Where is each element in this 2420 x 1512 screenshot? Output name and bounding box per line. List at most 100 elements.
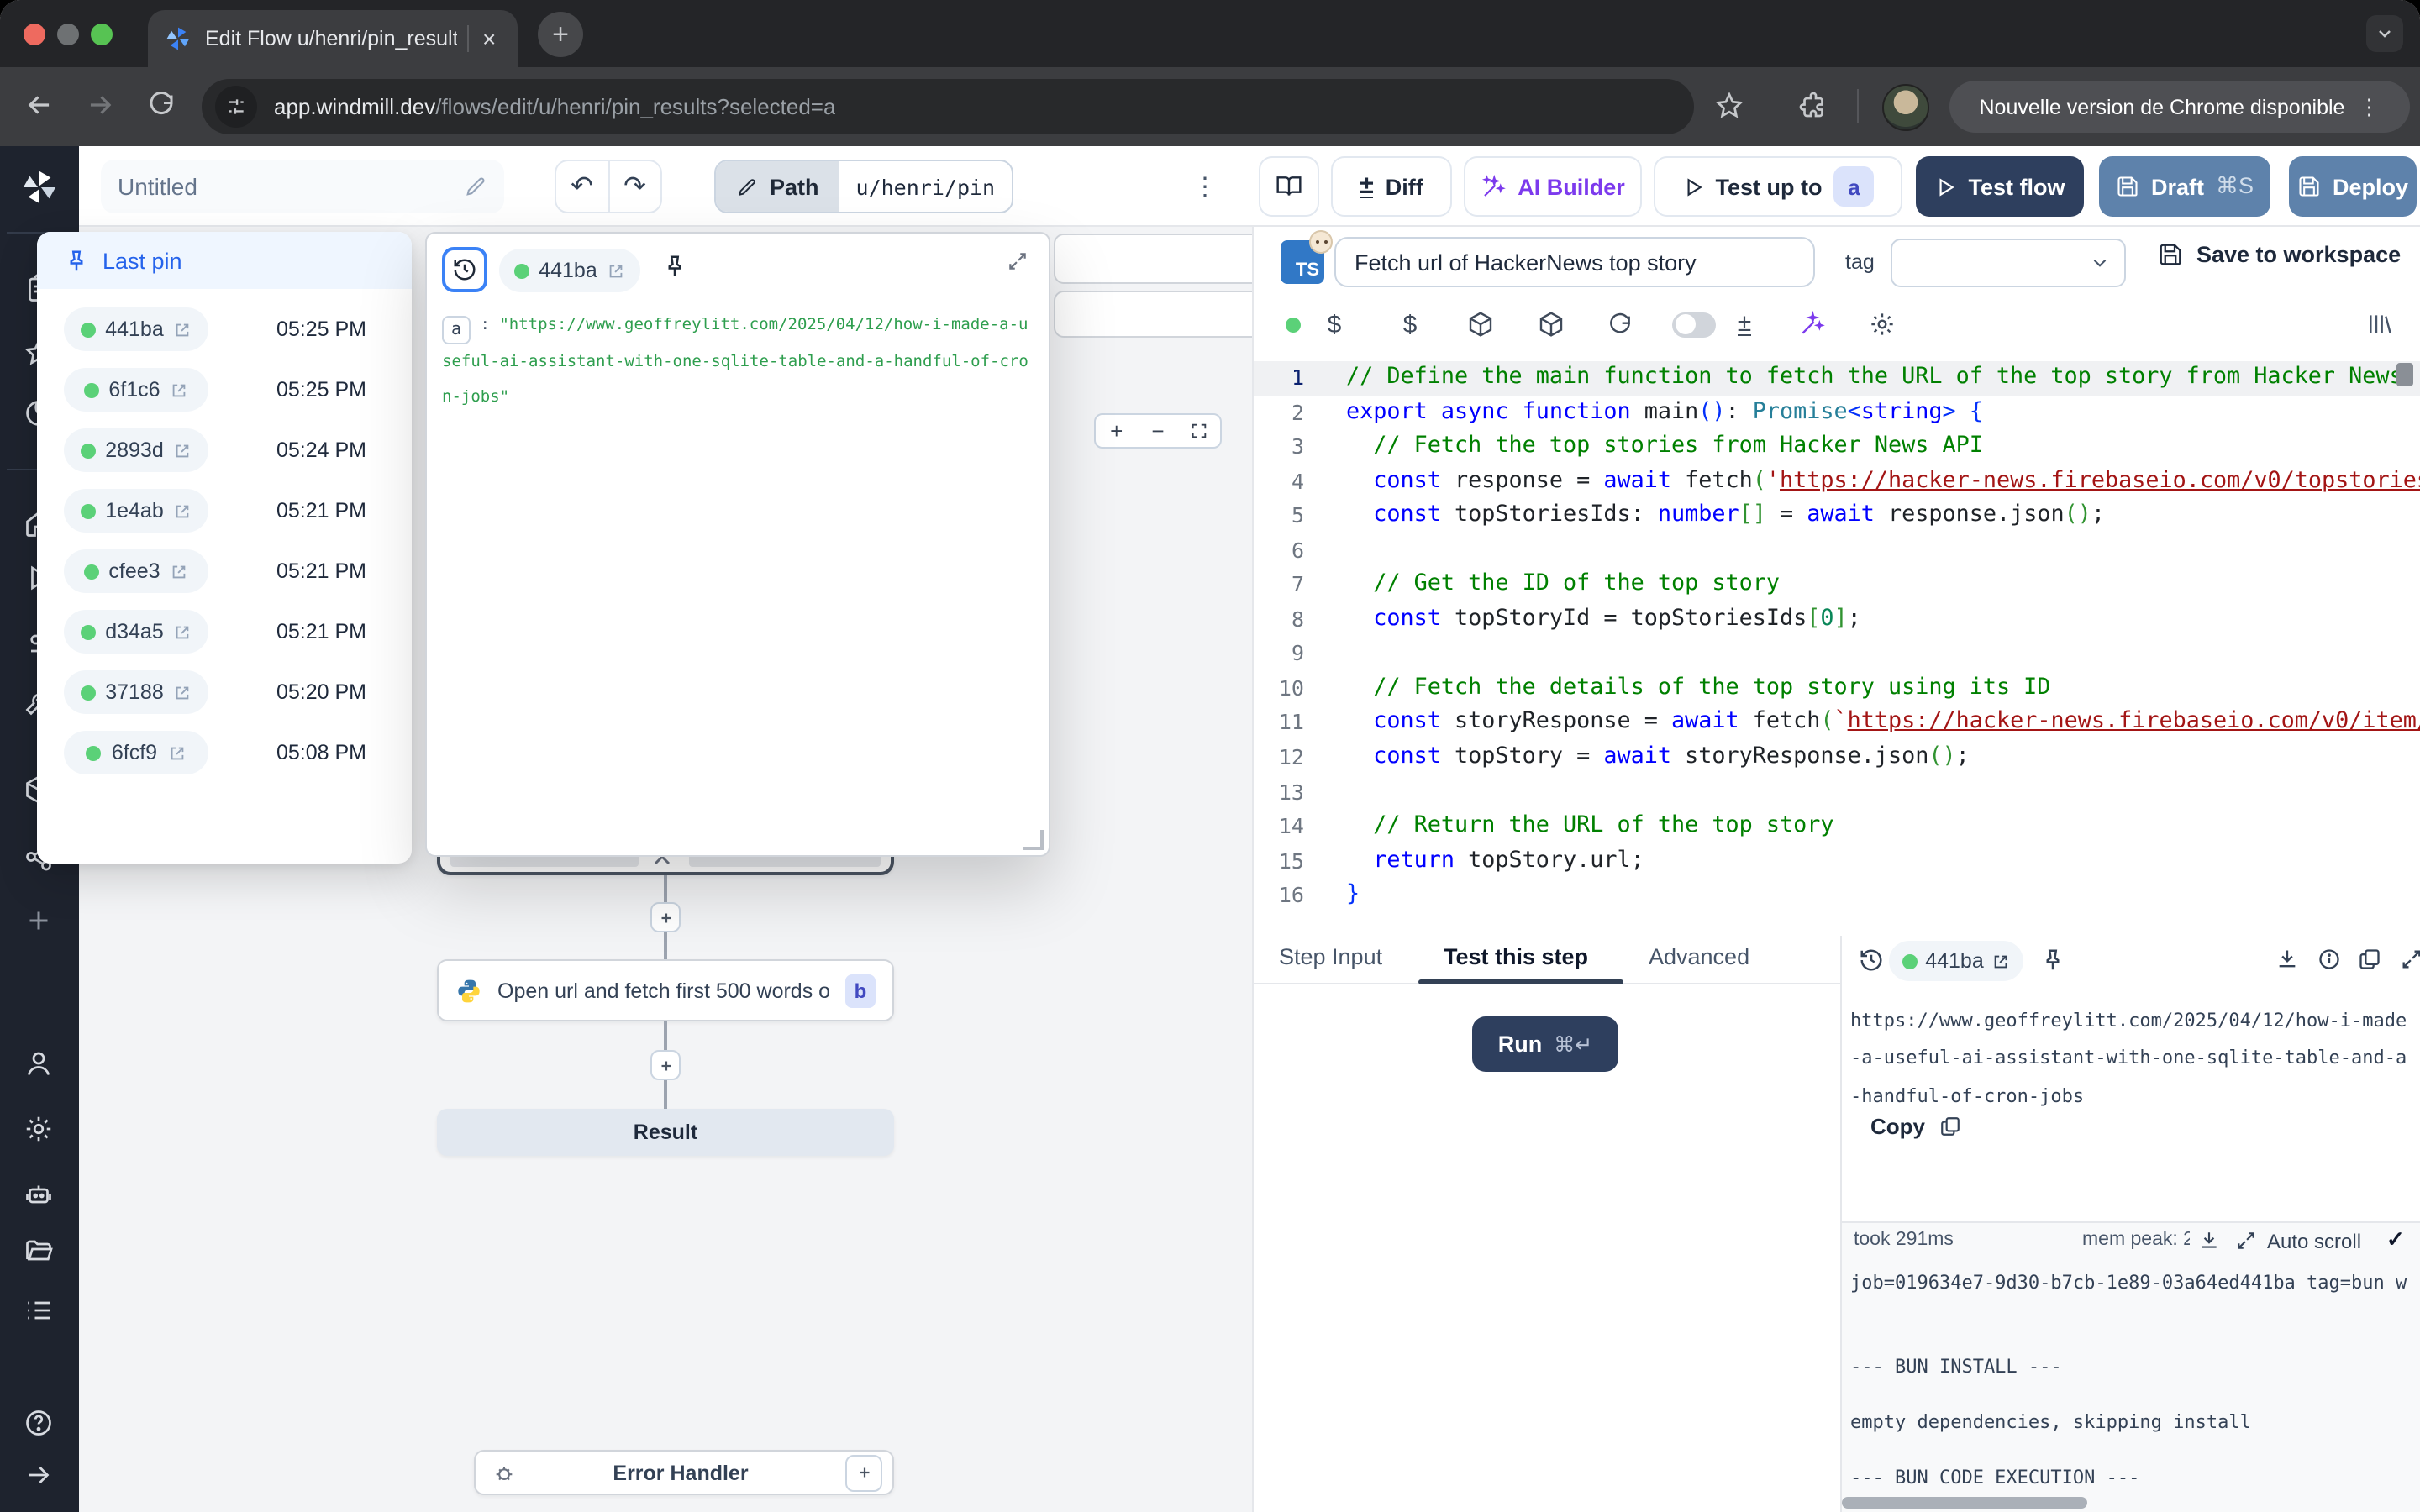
minimize-window-button[interactable] xyxy=(57,24,79,45)
editor-scrollbar[interactable] xyxy=(2396,363,2413,386)
close-window-button[interactable] xyxy=(24,24,45,45)
maximize-window-button[interactable] xyxy=(91,24,113,45)
external-link-icon[interactable] xyxy=(1992,952,2011,970)
code-line[interactable]: 2export async function main(): Promise<s… xyxy=(1254,396,2420,430)
arrow-right-icon[interactable] xyxy=(24,1460,54,1490)
new-tab-button[interactable]: + xyxy=(538,12,583,57)
package-icon[interactable] xyxy=(1464,307,1497,341)
last-pin-item[interactable]: 3718805:20 PM xyxy=(37,662,412,722)
gear-icon[interactable] xyxy=(1865,307,1899,341)
tab-search-chevron-icon[interactable] xyxy=(2366,15,2403,52)
tab-test-this-step[interactable]: Test this step xyxy=(1444,944,1588,969)
help-circle-icon[interactable] xyxy=(24,1408,54,1438)
expand-popup-icon[interactable] xyxy=(1007,250,1028,272)
code-line[interactable]: 12 const topStory = await storyResponse.… xyxy=(1254,741,2420,775)
copy-result-icon[interactable] xyxy=(2358,948,2381,971)
run-id-chip[interactable]: d34a5 xyxy=(64,610,208,654)
site-settings-icon[interactable] xyxy=(215,86,257,128)
last-pin-item[interactable]: cfee305:21 PM xyxy=(37,541,412,601)
code-line[interactable]: 13 xyxy=(1254,775,2420,810)
external-link-icon[interactable] xyxy=(171,381,189,399)
test-flow-button[interactable]: Test flow xyxy=(1916,156,2084,217)
dollar-icon[interactable]: $ xyxy=(1393,307,1427,341)
external-link-icon[interactable] xyxy=(174,320,192,339)
external-link-icon[interactable] xyxy=(174,683,192,701)
package-icon[interactable] xyxy=(1534,307,1568,341)
diff-button[interactable]: ± Diff xyxy=(1331,156,1452,217)
extensions-icon[interactable] xyxy=(1798,91,1828,121)
code-line[interactable]: 15 return topStory.url; xyxy=(1254,844,2420,879)
tab-advanced[interactable]: Advanced xyxy=(1649,944,1749,969)
code-line[interactable]: 11 const storyResponse = await fetch(`ht… xyxy=(1254,706,2420,741)
external-link-icon[interactable] xyxy=(174,622,192,641)
run-id-chip[interactable]: cfee3 xyxy=(64,549,208,593)
docs-button[interactable] xyxy=(1259,156,1319,217)
resize-handle[interactable] xyxy=(1023,830,1044,850)
code-line[interactable]: 8 const topStoryId = topStoriesIds[0]; xyxy=(1254,603,2420,638)
insert-step-button[interactable] xyxy=(650,902,681,932)
test-up-to-button[interactable]: Test up to a xyxy=(1654,156,1902,217)
zoom-in-button[interactable]: + xyxy=(1096,418,1137,444)
code-line[interactable]: 1// Define the main function to fetch th… xyxy=(1254,361,2420,396)
run-id-chip[interactable]: 441ba xyxy=(1889,941,2023,981)
list-icon[interactable] xyxy=(24,1295,54,1326)
code-line[interactable]: 5 const topStoriesIds: number[] = await … xyxy=(1254,499,2420,533)
copy-button[interactable]: Copy xyxy=(1870,1114,1960,1139)
folder-icon[interactable] xyxy=(24,1236,54,1267)
run-id-chip[interactable]: 441ba xyxy=(64,307,208,351)
fit-view-icon[interactable] xyxy=(1179,422,1220,440)
external-link-icon[interactable] xyxy=(167,743,186,762)
history-button[interactable] xyxy=(442,247,487,292)
close-tab-icon[interactable]: × xyxy=(482,27,496,50)
chrome-update-button[interactable]: Nouvelle version de Chrome disponible ⋮ xyxy=(1949,81,2410,133)
run-button[interactable]: Run ⌘↵ xyxy=(1472,1016,1618,1072)
deploy-button[interactable]: Deploy xyxy=(2289,156,2417,217)
browser-menu-icon[interactable]: ⋮ xyxy=(2358,93,2380,120)
browser-tab[interactable]: Edit Flow u/henri/pin_results × xyxy=(148,10,518,67)
external-link-icon[interactable] xyxy=(171,562,189,580)
flow-input-node[interactable] xyxy=(1054,234,1252,284)
library-icon[interactable] xyxy=(2366,311,2393,338)
dollar-icon[interactable]: $ xyxy=(1318,307,1351,341)
external-link-icon[interactable] xyxy=(608,261,626,280)
plus-minus-icon[interactable]: ± xyxy=(1728,307,1761,341)
code-line[interactable]: 7 // Get the ID of the top story xyxy=(1254,569,2420,603)
run-id-chip[interactable]: 441ba xyxy=(499,249,640,292)
path-selector[interactable]: Path u/henri/pin xyxy=(714,160,1013,213)
last-pin-item[interactable]: 441ba05:25 PM xyxy=(37,299,412,360)
run-id-chip[interactable]: 6f1c6 xyxy=(64,368,208,412)
zoom-out-button[interactable]: − xyxy=(1137,418,1178,444)
result-node[interactable]: Result xyxy=(437,1109,894,1156)
code-line[interactable]: 6 xyxy=(1254,533,2420,568)
step-summary-input[interactable]: Fetch url of HackerNews top story xyxy=(1334,237,1815,287)
more-options-icon[interactable]: ⋮ xyxy=(1185,160,1225,213)
last-pin-item[interactable]: 6f1c605:25 PM xyxy=(37,360,412,420)
fullscreen-result-icon[interactable] xyxy=(2400,948,2420,971)
code-line[interactable]: 16} xyxy=(1254,879,2420,913)
code-editor[interactable]: 1// Define the main function to fetch th… xyxy=(1254,361,2420,936)
refresh-icon[interactable] xyxy=(1603,307,1637,341)
draft-button[interactable]: Draft ⌘S xyxy=(2099,156,2270,217)
log-horizontal-scrollbar[interactable] xyxy=(1842,1497,2087,1509)
run-id-chip[interactable]: 2893d xyxy=(64,428,208,472)
robot-icon[interactable] xyxy=(24,1179,54,1210)
run-id-chip[interactable]: 37188 xyxy=(64,670,208,714)
run-id-chip[interactable]: 1e4ab xyxy=(64,489,208,533)
code-line[interactable]: 3 // Fetch the top stories from Hacker N… xyxy=(1254,430,2420,465)
toggle-icon[interactable] xyxy=(1670,307,1718,341)
insert-step-button[interactable] xyxy=(650,1050,681,1080)
info-icon[interactable] xyxy=(2317,948,2341,971)
flow-name-input[interactable]: Untitled xyxy=(101,160,504,213)
auto-scroll-checkbox[interactable]: ✓ xyxy=(2386,1226,2405,1253)
tab-step-input[interactable]: Step Input xyxy=(1279,944,1382,969)
windmill-logo-icon[interactable] xyxy=(20,168,59,207)
magic-wand-icon[interactable] xyxy=(1795,307,1828,341)
last-pin-item[interactable]: d34a505:21 PM xyxy=(37,601,412,662)
user-icon[interactable] xyxy=(24,1048,54,1079)
flow-node-partial[interactable] xyxy=(1054,291,1252,338)
undo-button[interactable]: ↶ xyxy=(556,161,609,212)
code-line[interactable]: 9 xyxy=(1254,638,2420,672)
tag-select[interactable] xyxy=(1891,239,2126,287)
external-link-icon[interactable] xyxy=(174,501,192,520)
expand-logs-icon[interactable] xyxy=(2235,1230,2257,1252)
